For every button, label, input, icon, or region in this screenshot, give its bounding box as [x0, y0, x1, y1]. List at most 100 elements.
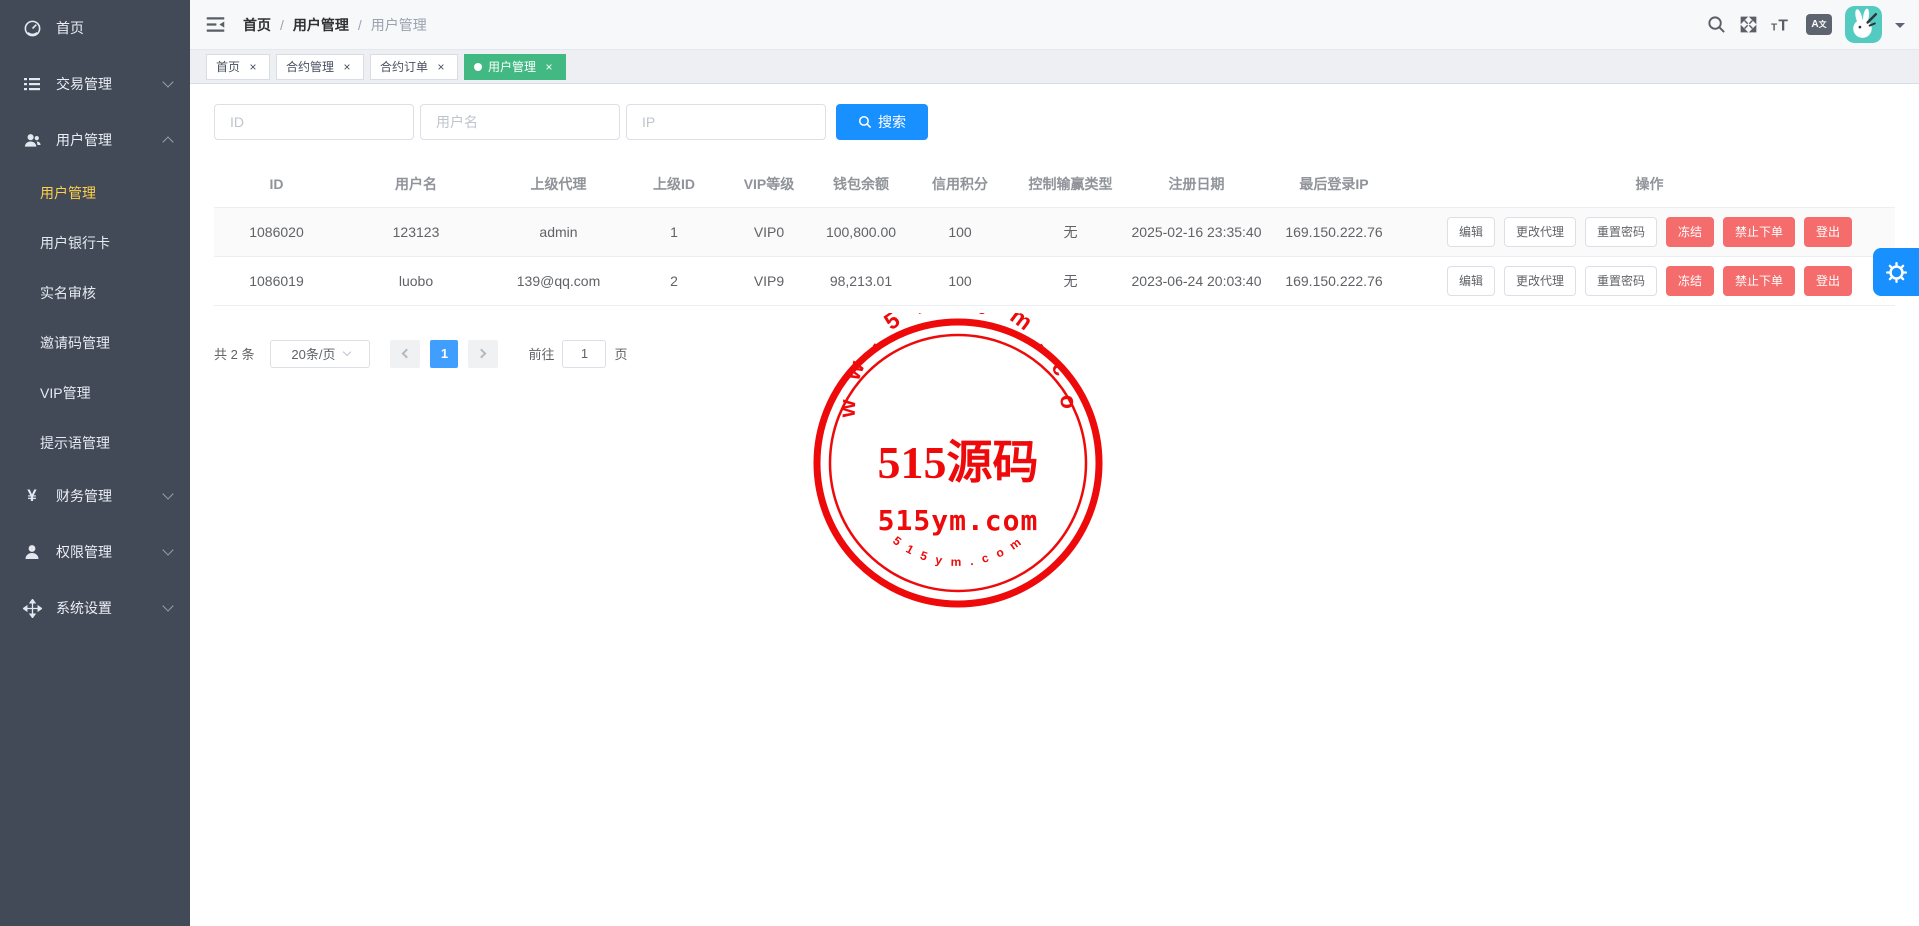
forbid-order-button[interactable]: 禁止下单 [1723, 217, 1795, 247]
sidebar-item-realname-audit[interactable]: 实名审核 [0, 268, 190, 318]
sidebar-item-users[interactable]: 用户管理 [0, 112, 190, 168]
page-number-button[interactable]: 1 [430, 340, 458, 368]
person-icon [20, 543, 44, 561]
pagination-total: 共 2 条 [214, 344, 254, 363]
sidebar-item-user-manage[interactable]: 用户管理 [0, 168, 190, 218]
submenu-label: 用户管理 [40, 183, 96, 203]
pagination: 共 2 条 20条/页 1 前往 页 [214, 340, 1895, 368]
prev-page-button[interactable] [390, 340, 420, 368]
gear-icon [1885, 261, 1908, 284]
cell-last-login-ip: 169.150.222.76 [1264, 256, 1404, 305]
goto-page-input[interactable] [562, 340, 606, 368]
cell-register-date: 2025-02-16 23:35:40 [1129, 207, 1264, 256]
change-agent-button[interactable]: 更改代理 [1504, 217, 1576, 247]
watermark-arc-bottom: 5 1 5 y m . c o m [890, 533, 1026, 569]
submenu-label: 提示语管理 [40, 433, 110, 453]
table-row: 1086019 luobo 139@qq.com 2 VIP9 98,213.0… [214, 256, 1895, 305]
tab-close-icon[interactable] [340, 60, 354, 74]
cell-agent: 139@qq.com [493, 256, 624, 305]
chevron-down-icon [162, 544, 173, 555]
col-wallet-balance: 钱包余额 [814, 162, 908, 207]
translate-icon[interactable]: A文 [1806, 14, 1832, 35]
table-row: 1086020 123123 admin 1 VIP0 100,800.00 1… [214, 207, 1895, 256]
breadcrumb-home[interactable]: 首页 [243, 15, 271, 35]
forbid-order-button[interactable]: 禁止下单 [1723, 266, 1795, 296]
main-area: 首页 / 用户管理 / 用户管理 TT A文 [190, 0, 1919, 926]
users-table: ID 用户名 上级代理 上级ID VIP等级 钱包余额 信用积分 控制输赢类型 … [214, 162, 1895, 306]
tab-contract-manage[interactable]: 合约管理 [276, 54, 364, 80]
sidebar-item-trade[interactable]: 交易管理 [0, 56, 190, 112]
ip-search-input[interactable] [626, 104, 826, 140]
breadcrumb-user-manage[interactable]: 用户管理 [293, 15, 349, 35]
sidebar-item-vip-manage[interactable]: VIP管理 [0, 368, 190, 418]
yen-icon: ¥ [20, 486, 44, 506]
chevron-up-icon [162, 136, 173, 147]
search-button[interactable]: 搜索 [836, 104, 928, 140]
cell-agent: admin [493, 207, 624, 256]
tab-contract-orders[interactable]: 合约订单 [370, 54, 458, 80]
caret-down-icon[interactable] [1895, 23, 1905, 33]
edit-button[interactable]: 编辑 [1447, 217, 1495, 247]
sidebar-item-permission[interactable]: 权限管理 [0, 524, 190, 580]
watermark-title: 515源码 [878, 437, 1039, 488]
fullscreen-icon[interactable] [1739, 15, 1758, 34]
move-arrows-icon [20, 599, 44, 618]
search-icon [858, 115, 872, 129]
settings-button[interactable] [1873, 248, 1919, 296]
hamburger-icon[interactable] [205, 14, 227, 36]
sidebar-item-finance[interactable]: ¥ 财务管理 [0, 468, 190, 524]
font-size-icon[interactable]: TT [1771, 15, 1793, 35]
navbar: 首页 / 用户管理 / 用户管理 TT A文 [190, 0, 1919, 50]
username-search-input[interactable] [420, 104, 620, 140]
logout-button[interactable]: 登出 [1804, 266, 1852, 296]
col-id: ID [214, 162, 339, 207]
cell-vip-level: VIP9 [724, 256, 814, 305]
sidebar-item-prompt-manage[interactable]: 提示语管理 [0, 418, 190, 468]
breadcrumb-separator: / [358, 17, 362, 33]
submenu-label: VIP管理 [40, 383, 91, 403]
sidebar: 首页 交易管理 用户管理 用户管理 用户银行卡 实名审核 邀请码管理 VIP管理… [0, 0, 190, 926]
tab-label: 首页 [216, 58, 240, 75]
freeze-button[interactable]: 冻结 [1666, 217, 1714, 247]
edit-button[interactable]: 编辑 [1447, 266, 1495, 296]
search-icon[interactable] [1707, 15, 1726, 34]
chevron-down-icon [162, 488, 173, 499]
change-agent-button[interactable]: 更改代理 [1504, 266, 1576, 296]
cell-parent-id: 1 [624, 207, 724, 256]
table-header-row: ID 用户名 上级代理 上级ID VIP等级 钱包余额 信用积分 控制输赢类型 … [214, 162, 1895, 207]
active-tab-dot [474, 63, 482, 71]
sidebar-item-user-bankcard[interactable]: 用户银行卡 [0, 218, 190, 268]
breadcrumb-current: 用户管理 [371, 15, 427, 35]
cell-parent-id: 2 [624, 256, 724, 305]
sidebar-item-label: 权限管理 [56, 542, 112, 562]
svg-text:5 1 5 y m . c o m: 5 1 5 y m . c o m [890, 533, 1026, 569]
next-page-button[interactable] [468, 340, 498, 368]
tab-home[interactable]: 首页 [206, 54, 270, 80]
watermark-site: 515ym.com [878, 504, 1039, 537]
freeze-button[interactable]: 冻结 [1666, 266, 1714, 296]
tab-user-manage[interactable]: 用户管理 [464, 54, 566, 80]
tab-close-icon[interactable] [246, 60, 260, 74]
id-search-input[interactable] [214, 104, 414, 140]
avatar[interactable] [1845, 6, 1882, 43]
page-size-select[interactable]: 20条/页 [270, 340, 370, 368]
cell-win-control: 无 [1012, 256, 1129, 305]
sidebar-item-system-settings[interactable]: 系统设置 [0, 580, 190, 636]
sidebar-item-invite-code[interactable]: 邀请码管理 [0, 318, 190, 368]
submenu-label: 用户银行卡 [40, 233, 110, 253]
logout-button[interactable]: 登出 [1804, 217, 1852, 247]
tab-label: 用户管理 [488, 58, 536, 75]
page-unit-label: 页 [614, 344, 627, 363]
tab-close-icon[interactable] [434, 60, 448, 74]
col-agent: 上级代理 [493, 162, 624, 207]
reset-password-button[interactable]: 重置密码 [1585, 217, 1657, 247]
chevron-left-icon [402, 349, 412, 359]
sidebar-item-label: 首页 [56, 18, 84, 38]
col-username: 用户名 [339, 162, 493, 207]
chevron-right-icon [477, 349, 487, 359]
cell-id: 1086020 [214, 207, 339, 256]
sidebar-item-home[interactable]: 首页 [0, 0, 190, 56]
sidebar-item-label: 交易管理 [56, 74, 112, 94]
reset-password-button[interactable]: 重置密码 [1585, 266, 1657, 296]
tab-close-icon[interactable] [542, 60, 556, 74]
